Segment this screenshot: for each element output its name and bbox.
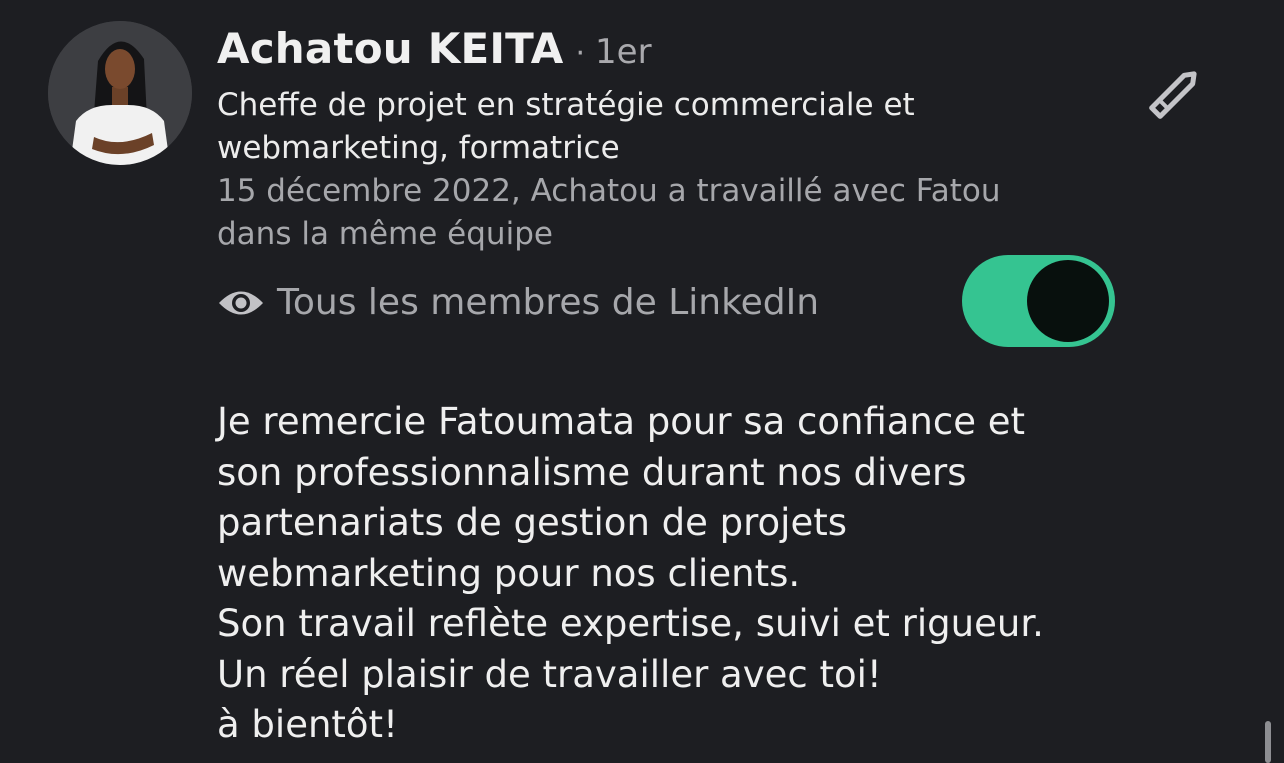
eye-icon (219, 291, 263, 314)
visibility-setting: Tous les membres de LinkedIn (217, 282, 819, 323)
text-line: Je remercie Fatoumata pour sa confiance … (217, 400, 1026, 443)
connection-degree: 1er (595, 32, 652, 72)
text-line: à bientôt! (217, 703, 398, 746)
avatar[interactable] (48, 21, 192, 165)
text-line: son professionnalisme durant nos divers (217, 450, 967, 494)
headline-line: webmarketing, formatrice (217, 130, 620, 166)
recommendation-text: Je remercie Fatoumata pour sa confiance … (217, 397, 1117, 751)
text-line: Son travail reflète expertise, suivi et … (217, 602, 1044, 645)
text-line: webmarketing pour nos clients. (217, 551, 801, 595)
visibility-label: Tous les membres de LinkedIn (277, 282, 820, 323)
separator-dot: · (575, 36, 586, 71)
meta-line: 15 décembre 2022, Achatou a travaillé av… (217, 173, 1001, 209)
meta-line: dans la même équipe (217, 216, 553, 252)
author-name[interactable]: Achatou KEITA (217, 24, 563, 73)
pencil-icon (1149, 71, 1197, 119)
text-line: partenariats de gestion de projets (217, 501, 848, 544)
avatar-photo (48, 21, 192, 165)
author-headline: Cheffe de projet en stratégie commercial… (217, 84, 1077, 170)
headline-line: Cheffe de projet en stratégie commercial… (217, 87, 915, 123)
visibility-toggle[interactable] (962, 255, 1115, 347)
author-header: Achatou KEITA · 1er (217, 24, 652, 73)
recommendation-card: Achatou KEITA · 1er Cheffe de projet en … (0, 0, 1284, 763)
text-line: Un réel plaisir de travailler avec toi! (217, 652, 882, 696)
recommendation-meta: 15 décembre 2022, Achatou a travaillé av… (217, 170, 1097, 256)
toggle-knob (1027, 260, 1109, 342)
edit-button[interactable] (1140, 60, 1210, 126)
scrollbar-thumb[interactable] (1265, 721, 1271, 763)
